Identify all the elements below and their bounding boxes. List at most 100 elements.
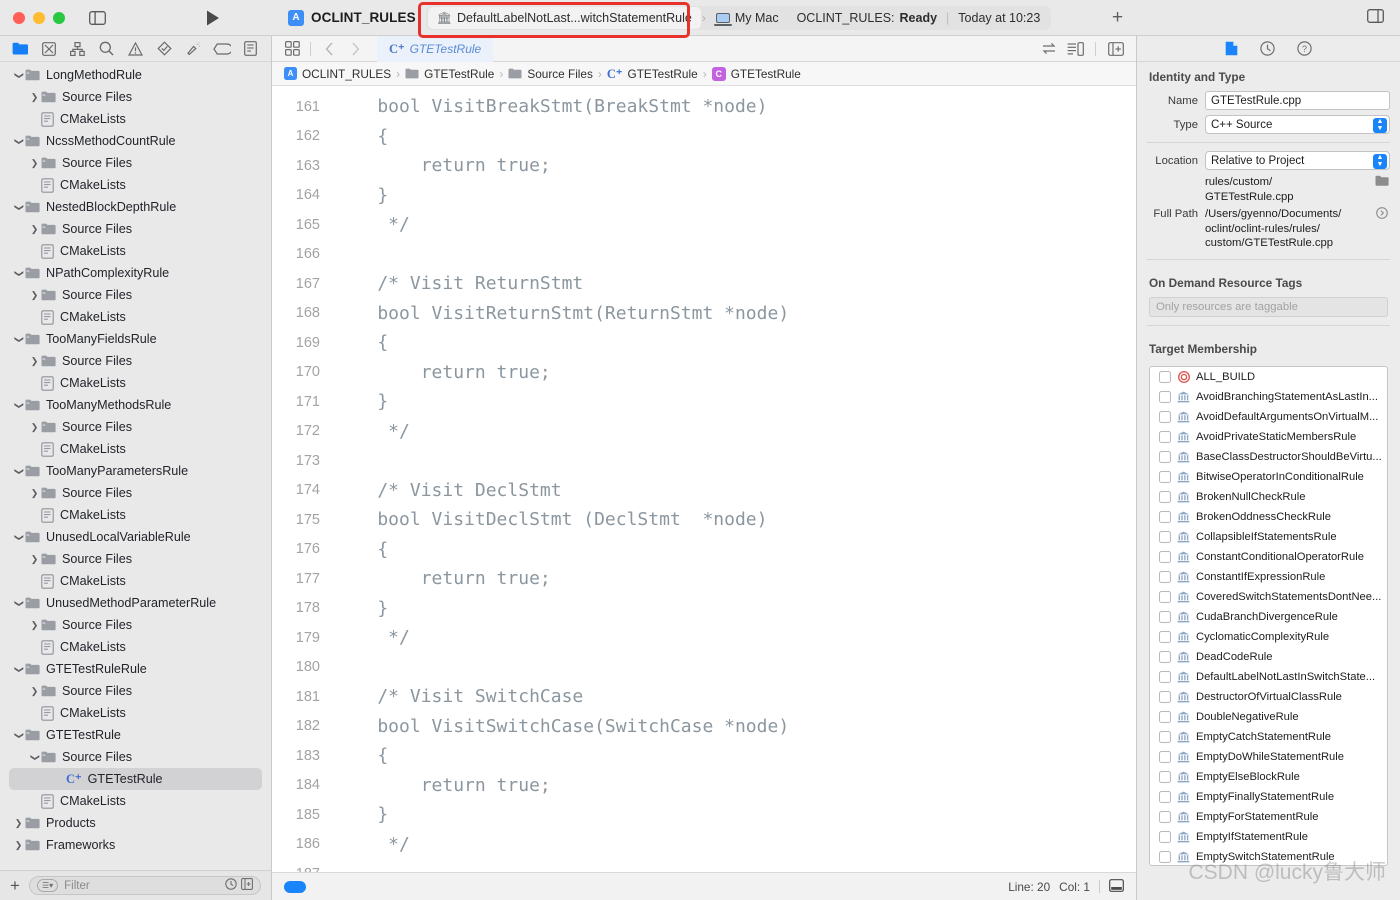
target-checkbox[interactable] <box>1159 410 1171 423</box>
target-checkbox[interactable] <box>1159 770 1171 783</box>
breadcrumb-item[interactable]: A OCLINT_RULES <box>284 67 391 81</box>
target-membership-row[interactable]: EmptySwitchStatementRule <box>1150 847 1387 865</box>
target-membership-row[interactable]: BrokenOddnessCheckRule <box>1150 507 1387 527</box>
type-stepper-icon[interactable]: ▲ ▼ <box>1373 117 1387 133</box>
code-line[interactable]: 175 bool VisitDeclStmt (DeclStmt *node) <box>272 505 1136 535</box>
target-membership-row[interactable]: DestructorOfVirtualClassRule <box>1150 687 1387 707</box>
code-line[interactable]: 170 return true; <box>272 358 1136 388</box>
debug-navigator-tab[interactable] <box>179 38 208 60</box>
target-checkbox[interactable] <box>1159 850 1171 863</box>
code-line[interactable]: 167 /* Visit ReturnStmt <box>272 269 1136 299</box>
test-navigator-tab[interactable] <box>150 38 179 60</box>
source-control-navigator-tab[interactable] <box>35 38 64 60</box>
filter-scope-icon[interactable]: ☰▾ <box>36 879 59 892</box>
destination-chip[interactable]: My Mac <box>707 7 788 29</box>
name-field[interactable]: GTETestRule.cpp <box>1205 91 1390 110</box>
code-line[interactable]: 173 <box>272 446 1136 476</box>
tree-item[interactable]: CMakeLists <box>0 372 271 394</box>
target-membership-row[interactable]: AvoidPrivateStaticMembersRule <box>1150 427 1387 447</box>
tree-item[interactable]: CMakeLists <box>0 702 271 724</box>
project-file-tree[interactable]: LongMethodRule Source Files CMakeLists Ncss… <box>0 62 271 870</box>
target-checkbox[interactable] <box>1159 530 1171 543</box>
disclosure-triangle-icon[interactable] <box>12 819 25 828</box>
target-membership-row[interactable]: CudaBranchDivergenceRule <box>1150 607 1387 627</box>
breakpoint-navigator-tab[interactable] <box>207 38 236 60</box>
breadcrumb-item[interactable]: C⁺ GTETestRule <box>607 66 698 82</box>
target-membership-row[interactable]: AvoidDefaultArgumentsOnVirtualM... <box>1150 407 1387 427</box>
breadcrumb-item[interactable]: C GTETestRule <box>711 66 801 81</box>
project-navigator-tab[interactable] <box>6 38 35 60</box>
disclosure-triangle-icon[interactable] <box>12 269 25 278</box>
tree-item[interactable]: Source Files <box>0 218 271 240</box>
related-items-icon[interactable] <box>1037 42 1061 55</box>
target-checkbox[interactable] <box>1159 750 1171 763</box>
tree-item[interactable]: Source Files <box>0 746 271 768</box>
tree-item[interactable]: Frameworks <box>0 834 271 856</box>
target-membership-row[interactable]: EmptyDoWhileStatementRule <box>1150 747 1387 767</box>
target-checkbox[interactable] <box>1159 370 1171 383</box>
disclosure-triangle-icon[interactable] <box>28 423 41 432</box>
code-line[interactable]: 177 return true; <box>272 564 1136 594</box>
issue-navigator-tab[interactable] <box>121 38 150 60</box>
file-inspector-tab[interactable] <box>1225 41 1238 56</box>
code-line[interactable]: 165 */ <box>272 210 1136 240</box>
tree-item[interactable]: GTETestRule <box>0 724 271 746</box>
tree-item[interactable]: Products <box>0 812 271 834</box>
disclosure-triangle-icon[interactable] <box>12 665 25 674</box>
target-membership-row[interactable]: ALL_BUILD <box>1150 367 1387 387</box>
target-checkbox[interactable] <box>1159 790 1171 803</box>
code-line[interactable]: 161 bool VisitBreakStmt(BreakStmt *node) <box>272 92 1136 122</box>
reveal-in-finder-icon[interactable] <box>1374 207 1390 221</box>
code-line[interactable]: 183 { <box>272 741 1136 771</box>
minimap-toggle-icon[interactable] <box>1063 41 1087 56</box>
close-window-button[interactable] <box>13 11 25 24</box>
target-membership-row[interactable]: BrokenNullCheckRule <box>1150 487 1387 507</box>
editor-tab[interactable]: C⁺ GTETestRule <box>377 35 494 62</box>
location-stepper-icon[interactable]: ▲ ▼ <box>1373 153 1387 169</box>
code-line[interactable]: 168 bool VisitReturnStmt(ReturnStmt *nod… <box>272 299 1136 329</box>
code-line[interactable]: 182 bool VisitSwitchCase(SwitchCase *nod… <box>272 712 1136 742</box>
disclosure-triangle-icon[interactable] <box>28 159 41 168</box>
target-membership-row[interactable]: CyclomaticComplexityRule <box>1150 627 1387 647</box>
report-navigator-tab[interactable] <box>236 38 265 60</box>
toggle-debug-area-icon[interactable] <box>1109 878 1124 895</box>
symbol-navigator-tab[interactable] <box>64 38 93 60</box>
target-checkbox[interactable] <box>1159 450 1171 463</box>
target-checkbox[interactable] <box>1159 650 1171 663</box>
history-inspector-tab[interactable] <box>1260 41 1275 56</box>
minimize-window-button[interactable] <box>33 11 45 24</box>
tree-item-selected[interactable]: C⁺ GTETestRule <box>9 768 262 790</box>
toggle-navigator-icon[interactable] <box>89 10 106 25</box>
disclosure-triangle-icon[interactable] <box>28 489 41 498</box>
tree-item[interactable]: TooManyFieldsRule <box>0 328 271 350</box>
odrt-field[interactable]: Only resources are taggable <box>1149 296 1388 317</box>
target-checkbox[interactable] <box>1159 490 1171 503</box>
target-checkbox[interactable] <box>1159 690 1171 703</box>
tree-item[interactable]: TooManyParametersRule <box>0 460 271 482</box>
target-checkbox[interactable] <box>1159 470 1171 483</box>
tree-item[interactable]: UnusedMethodParameterRule <box>0 592 271 614</box>
tree-item[interactable]: CMakeLists <box>0 174 271 196</box>
tree-item[interactable]: Source Files <box>0 152 271 174</box>
disclosure-triangle-icon[interactable] <box>28 555 41 564</box>
run-button[interactable] <box>206 10 220 26</box>
tree-item[interactable]: CMakeLists <box>0 306 271 328</box>
quick-help-inspector-tab[interactable]: ? <box>1297 41 1312 56</box>
code-line[interactable]: 186 */ <box>272 830 1136 860</box>
target-membership-row[interactable]: CollapsibleIfStatementsRule <box>1150 527 1387 547</box>
disclosure-triangle-icon[interactable] <box>12 599 25 608</box>
code-line[interactable]: 163 return true; <box>272 151 1136 181</box>
tree-item[interactable]: LongMethodRule <box>0 64 271 86</box>
disclosure-triangle-icon[interactable] <box>12 203 25 212</box>
tree-item[interactable]: UnusedLocalVariableRule <box>0 526 271 548</box>
add-tab-button[interactable]: + <box>1112 8 1123 27</box>
code-line[interactable]: 179 */ <box>272 623 1136 653</box>
forward-icon[interactable] <box>343 42 367 56</box>
tree-item[interactable]: Source Files <box>0 614 271 636</box>
code-line[interactable]: 187 <box>272 859 1136 872</box>
disclosure-triangle-icon[interactable] <box>28 621 41 630</box>
disclosure-triangle-icon[interactable] <box>12 137 25 146</box>
disclosure-triangle-icon[interactable] <box>28 93 41 102</box>
code-line[interactable]: 181 /* Visit SwitchCase <box>272 682 1136 712</box>
disclosure-triangle-icon[interactable] <box>28 753 41 762</box>
